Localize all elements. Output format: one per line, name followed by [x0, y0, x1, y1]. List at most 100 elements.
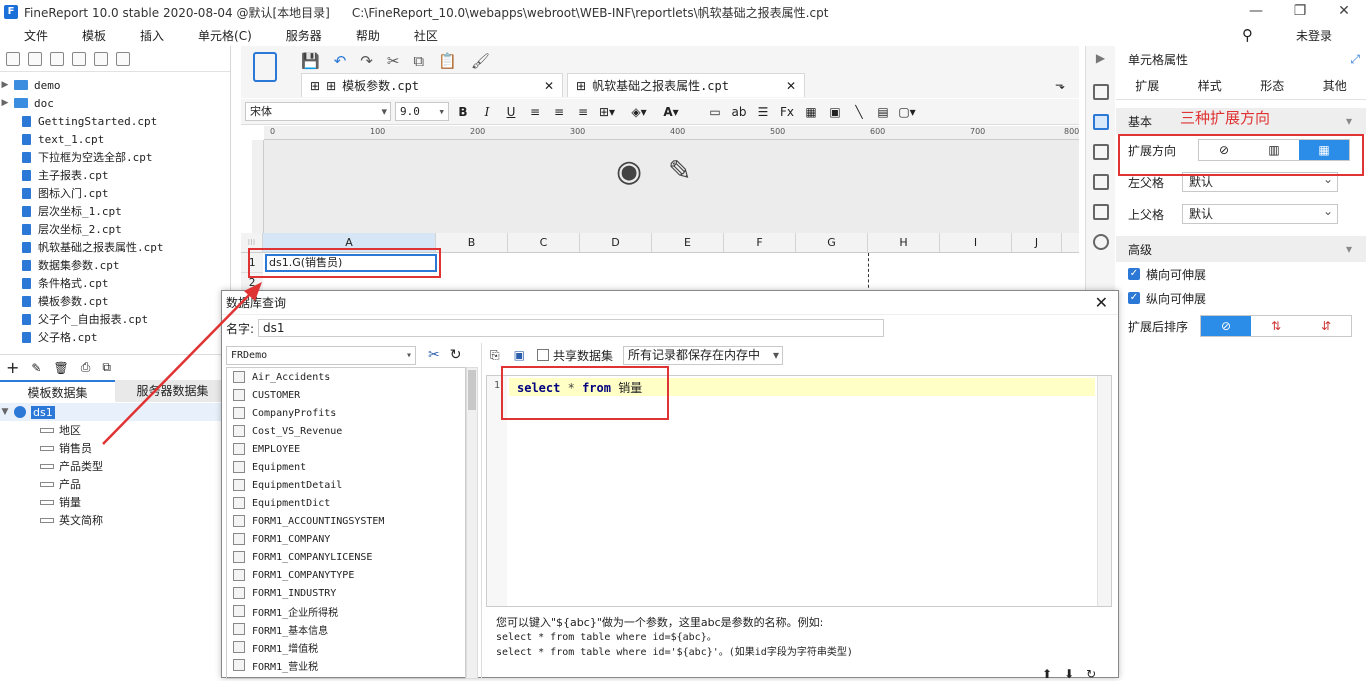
tree-file[interactable]: 主子报表.cpt	[0, 166, 230, 184]
cut-icon[interactable]: ✂	[387, 52, 400, 70]
sql-scrollbar[interactable]	[1097, 376, 1111, 606]
format-brush-icon[interactable]: 🖌	[471, 52, 490, 70]
tree-file[interactable]: 父子个_自由报表.cpt	[0, 310, 230, 328]
delete-dataset-icon[interactable]: 🗑	[53, 361, 68, 375]
table-item[interactable]: FORM1_基本信息	[227, 620, 465, 638]
share-dataset-checkbox[interactable]	[537, 349, 549, 361]
tree-file[interactable]: 条件格式.cpt	[0, 274, 230, 292]
column-header[interactable]: J	[1012, 233, 1062, 252]
tab-expand[interactable]: 扩展	[1116, 72, 1179, 99]
tree-file[interactable]: 图标入门.cpt	[0, 184, 230, 202]
column-header[interactable]: G	[796, 233, 868, 252]
paste-icon[interactable]: 📋	[438, 52, 457, 70]
float-element-icon[interactable]	[1093, 144, 1109, 160]
memory-mode-select[interactable]: 所有记录都保存在内存中	[623, 346, 783, 365]
subreport-icon[interactable]: ▤	[873, 103, 893, 121]
table-item[interactable]: FORM1_COMPANY	[227, 530, 465, 548]
down-icon[interactable]: ⬇	[1064, 667, 1074, 681]
refresh-icon[interactable]	[28, 52, 42, 66]
dataset-field[interactable]: 产品类型	[0, 457, 230, 475]
cell-element-icon[interactable]	[1093, 84, 1109, 100]
dataset-field[interactable]: 销售员	[0, 439, 230, 457]
menu-server[interactable]: 服务器	[286, 27, 322, 44]
top-parent-select[interactable]: 默认	[1182, 204, 1338, 224]
underline-button[interactable]: U	[501, 103, 521, 121]
tree-file[interactable]: 数据集参数.cpt	[0, 256, 230, 274]
table-item[interactable]: Air_Accidents	[227, 368, 465, 386]
section-basic[interactable]: 基本 三种扩展方向 ▾	[1116, 108, 1366, 134]
tab-report-properties[interactable]: ⊞ 帆软基础之报表属性.cpt ✕	[567, 73, 805, 97]
template-icon[interactable]	[253, 52, 277, 82]
column-header[interactable]: F	[724, 233, 796, 252]
tab-form[interactable]: 形态	[1241, 72, 1304, 99]
tab-menu-icon[interactable]: ⬎	[1055, 78, 1065, 92]
sort-ascending-button[interactable]: ⇅	[1251, 316, 1301, 336]
add-dataset-icon[interactable]: +	[6, 358, 19, 377]
preview-icon[interactable]: ⎙	[81, 360, 91, 375]
table-item[interactable]: FORM1_营业税	[227, 656, 465, 674]
column-header[interactable]: B	[436, 233, 508, 252]
fill-color-icon[interactable]: ◈▾	[629, 103, 649, 121]
tree-folder-doc[interactable]: ▶doc	[0, 94, 230, 112]
border-icon[interactable]: ⊞▾	[597, 103, 617, 121]
font-size-select[interactable]: 9.0	[395, 102, 449, 121]
table-item[interactable]: EquipmentDict	[227, 494, 465, 512]
open-icon[interactable]	[50, 52, 64, 66]
vertical-expand-row[interactable]: ✓ 纵向可伸展	[1116, 286, 1366, 310]
delete-icon[interactable]	[94, 52, 108, 66]
pin-icon[interactable]: ⤢	[1350, 52, 1360, 67]
align-right-icon[interactable]: ≡	[573, 103, 593, 121]
table-item[interactable]: FORM1_增值税	[227, 638, 465, 656]
copy-icon[interactable]	[116, 52, 130, 66]
minimize-icon[interactable]: —	[1234, 0, 1278, 24]
redo-icon[interactable]: ↷	[360, 52, 373, 70]
login-link[interactable]: 未登录	[1296, 27, 1332, 44]
no-sort-button[interactable]: ⊘	[1201, 316, 1251, 336]
condition-icon[interactable]	[1093, 204, 1109, 220]
menu-file[interactable]: 文件	[24, 27, 48, 44]
table-item[interactable]: EquipmentDetail	[227, 476, 465, 494]
column-header[interactable]: E	[652, 233, 724, 252]
connection-settings-icon[interactable]: ✂	[428, 347, 440, 363]
hyperlink-icon[interactable]	[1093, 234, 1109, 250]
checkbox-checked-icon[interactable]: ✓	[1128, 268, 1140, 280]
search-icon[interactable]: ⚲	[1242, 26, 1253, 44]
cell-attribute-icon[interactable]	[1093, 114, 1109, 130]
horizontal-expand-row[interactable]: ✓ 横向可伸展	[1116, 262, 1366, 286]
lock-icon[interactable]	[72, 52, 86, 66]
dataset-field[interactable]: 产品	[0, 475, 230, 493]
close-tab-icon[interactable]: ✕	[786, 79, 796, 93]
tree-file[interactable]: 模板参数.cpt	[0, 292, 230, 310]
column-header[interactable]: C	[508, 233, 580, 252]
tab-style[interactable]: 样式	[1179, 72, 1242, 99]
tree-file[interactable]: GettingStarted.cpt	[0, 112, 230, 130]
tab-other[interactable]: 其他	[1304, 72, 1366, 99]
up-icon[interactable]: ⬆	[1042, 667, 1052, 681]
menu-help[interactable]: 帮助	[356, 27, 380, 44]
menu-template[interactable]: 模板	[82, 27, 106, 44]
formula-icon[interactable]: Fx	[777, 103, 797, 121]
dataset-field[interactable]: 地区	[0, 421, 230, 439]
edit-pencil-icon[interactable]: ✎	[668, 154, 691, 187]
save-icon[interactable]: 💾	[301, 52, 320, 70]
section-advanced[interactable]: 高级 ▾	[1116, 236, 1366, 262]
insert-row-icon[interactable]: ▭	[705, 103, 725, 121]
wrap-icon[interactable]: ☰	[753, 103, 773, 121]
dataset-name-input[interactable]: ds1	[258, 319, 884, 337]
font-select[interactable]: 宋体	[245, 102, 391, 121]
table-item[interactable]: FORM1_ACCOUNTINGSYSTEM	[227, 512, 465, 530]
table-item[interactable]: CUSTOMER	[227, 386, 465, 404]
table-item[interactable]: EMPLOYEE	[227, 440, 465, 458]
undo-icon[interactable]: ↶	[334, 52, 347, 70]
menu-insert[interactable]: 插入	[140, 27, 164, 44]
tab-server-datasets[interactable]: 服务器数据集	[115, 380, 230, 402]
checkbox-checked-icon[interactable]: ✓	[1128, 292, 1140, 304]
preview-icon[interactable]: ⎘	[490, 348, 500, 363]
restore-icon[interactable]: ❐	[1278, 0, 1322, 24]
tree-file[interactable]: 下拉框为空选全部.cpt	[0, 148, 230, 166]
new-folder-icon[interactable]	[6, 52, 20, 66]
close-tab-icon[interactable]: ✕	[544, 79, 554, 93]
align-center-icon[interactable]: ≡	[549, 103, 569, 121]
sort-descending-button[interactable]: ⇵	[1301, 316, 1351, 336]
widget-icon[interactable]	[1093, 174, 1109, 190]
